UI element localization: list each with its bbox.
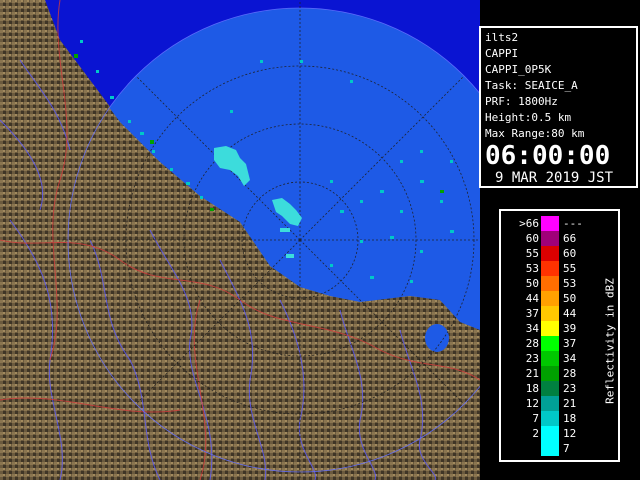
color-legend: >66 --- 60 66 55 60 53 55 50 53 44 50 37 44 34 39 28 37 23… [499,209,620,462]
max-range-label: Max Range:80 km [485,127,585,140]
legend-swatch [541,276,559,291]
legend-row: 23 34 [501,351,601,366]
legend-swatch [541,381,559,396]
legend-swatch [541,351,559,366]
time-display: 06:00:00 [485,141,611,171]
legend-row: 53 55 [501,261,601,276]
legend-high-value: 37 [563,337,577,350]
legend-row: 60 66 [501,231,601,246]
legend-swatch [541,261,559,276]
legend-low-value: 60 [525,232,539,245]
legend-high-value: 60 [563,247,577,260]
legend-swatch [541,306,559,321]
legend-high-value: 53 [563,277,577,290]
legend-swatch [541,291,559,306]
legend-row: 34 39 [501,321,601,336]
legend-row: 2 12 [501,426,601,441]
legend-row: 7 18 [501,411,601,426]
legend-low-value: 34 [525,322,539,335]
legend-swatch [541,411,559,426]
legend-high-value: 21 [563,397,577,410]
legend-row: 55 60 [501,246,601,261]
lake [425,324,449,352]
legend-high-value: 39 [563,322,577,335]
legend-high-value: 34 [563,352,577,365]
legend-low-value: >66 [519,217,539,230]
legend-row: 28 37 [501,336,601,351]
legend-row: 44 50 [501,291,601,306]
legend-swatch [541,246,559,261]
legend-high-value: 44 [563,307,577,320]
legend-high-value: 18 [563,412,577,425]
legend-unit-label: Reflectivity in dBZ [603,278,617,404]
legend-low-value: 28 [525,337,539,350]
legend-unit: Reflectivity in dBZ [601,266,619,416]
legend-low-value: 55 [525,247,539,260]
info-panel: ilts2 CAPPI CAPPI_0P5K Task: SEAICE_A PR… [479,26,638,188]
legend-low-value: 37 [525,307,539,320]
radar-display: ilts2 CAPPI CAPPI_0P5K Task: SEAICE_A PR… [0,0,640,480]
legend-high-value: --- [563,217,583,230]
legend-row: 37 44 [501,306,601,321]
legend-swatch [541,396,559,411]
task-label: Task: SEAICE_A [485,79,578,92]
legend-row: 18 23 [501,381,601,396]
legend-row: >66 --- [501,216,601,231]
legend-row: 21 28 [501,366,601,381]
legend-high-value: 7 [563,442,570,455]
legend-row: 12 21 [501,396,601,411]
legend-high-value: 50 [563,292,577,305]
legend-swatch [541,366,559,381]
legend-swatch [541,216,559,231]
legend-high-value: 66 [563,232,577,245]
date-display: 9 MAR 2019 JST [495,170,614,186]
legend-low-value: 12 [525,397,539,410]
legend-high-value: 28 [563,367,577,380]
legend-row: 7 [501,441,601,456]
legend-swatch [541,336,559,351]
legend-low-value: 18 [525,382,539,395]
legend-low-value: 21 [525,367,539,380]
legend-low-value: 7 [532,412,539,425]
prf-label: PRF: 1800Hz [485,95,558,108]
legend-swatch [541,441,559,456]
product-name: CAPPI_0P5K [485,63,552,76]
legend-swatch [541,231,559,246]
legend-high-value: 12 [563,427,577,440]
legend-low-value: 2 [532,427,539,440]
legend-row: 50 53 [501,276,601,291]
legend-low-value: 50 [525,277,539,290]
legend-high-value: 23 [563,382,577,395]
radar-map [0,0,480,480]
legend-swatch [541,426,559,441]
radar-name: ilts2 [485,31,519,44]
legend-swatch [541,321,559,336]
legend-low-value: 23 [525,352,539,365]
height-label: Height:0.5 km [485,111,572,124]
legend-high-value: 55 [563,262,577,275]
product-type: CAPPI [485,47,519,60]
legend-low-value: 44 [525,292,539,305]
legend-low-value: 53 [525,262,539,275]
